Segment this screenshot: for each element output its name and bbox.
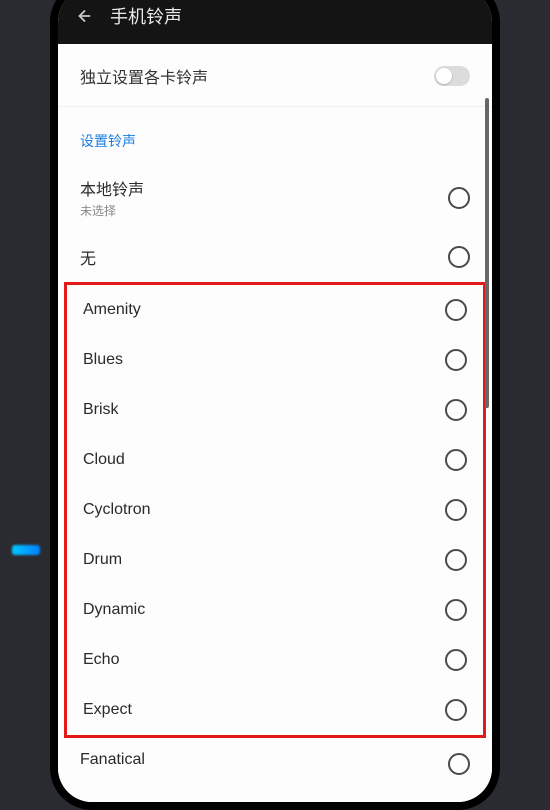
ringtone-label: Cloud [83,451,125,469]
radio-button[interactable] [445,399,467,421]
local-ringtone-text: 本地铃声 未选择 [80,176,144,219]
local-ringtone-title: 本地铃声 [80,176,144,200]
none-ringtone-item[interactable]: 无 [58,232,492,282]
back-arrow-icon [72,6,92,26]
phone-frame: 手机铃声 独立设置各卡铃声 设置铃声 本地铃声 未选择 无 AmenityBlu [50,0,500,810]
none-ringtone-label: 无 [80,245,96,269]
local-ringtone-item[interactable]: 本地铃声 未选择 [58,163,492,232]
dual-sim-toggle[interactable] [434,66,470,86]
ringtone-label: Fanatical [80,751,145,769]
section-title: 设置铃声 [58,107,492,163]
ringtone-item[interactable]: Echo [67,635,483,685]
highlight-annotation: Amenity Blues Brisk Cloud Cyclotron Drum Dynam… [64,282,486,738]
ringtone-item[interactable]: Blues [67,335,483,385]
ringtone-item[interactable]: Expect [67,685,483,735]
radio-button[interactable] [448,753,470,775]
radio-button[interactable] [445,549,467,571]
header-bar: 手机铃声 [58,0,492,44]
ringtone-label: Expect [83,701,132,719]
ringtone-label: Amenity [83,301,141,319]
ringtone-item[interactable]: Drum [67,535,483,585]
ringtone-label: Dynamic [83,601,145,619]
radio-button[interactable] [445,449,467,471]
page-title: 手机铃声 [110,3,182,29]
back-button[interactable] [72,6,92,26]
radio-button[interactable] [445,349,467,371]
ringtone-item[interactable]: Brisk [67,385,483,435]
ringtone-label: Drum [83,551,122,569]
scroll-indicator[interactable] [485,98,489,408]
ringtone-item[interactable]: Amenity [67,285,483,335]
ringtone-list: Amenity Blues Brisk Cloud Cyclotron Drum Dynam… [67,285,483,735]
background-artifact [12,545,40,555]
ringtone-item[interactable]: Cloud [67,435,483,485]
dual-sim-ringtone-label: 独立设置各卡铃声 [80,64,208,88]
local-ringtone-subtitle: 未选择 [80,202,144,219]
ringtone-item[interactable]: Dynamic [67,585,483,635]
radio-button[interactable] [445,649,467,671]
content-area: 独立设置各卡铃声 设置铃声 本地铃声 未选择 无 Amenity Blues Bri… [58,44,492,802]
dual-sim-ringtone-toggle-row[interactable]: 独立设置各卡铃声 [58,44,492,107]
ringtone-item[interactable]: Fanatical [58,738,492,769]
radio-button[interactable] [445,699,467,721]
ringtone-label: Brisk [83,401,119,419]
ringtone-label: Cyclotron [83,501,151,519]
radio-button[interactable] [445,599,467,621]
ringtone-label: Blues [83,351,123,369]
radio-button[interactable] [448,187,470,209]
ringtone-label: Echo [83,651,119,669]
ringtone-item[interactable]: Cyclotron [67,485,483,535]
radio-button[interactable] [445,299,467,321]
phone-screen: 手机铃声 独立设置各卡铃声 设置铃声 本地铃声 未选择 无 AmenityBlu [58,0,492,802]
radio-button[interactable] [445,499,467,521]
radio-button[interactable] [448,246,470,268]
